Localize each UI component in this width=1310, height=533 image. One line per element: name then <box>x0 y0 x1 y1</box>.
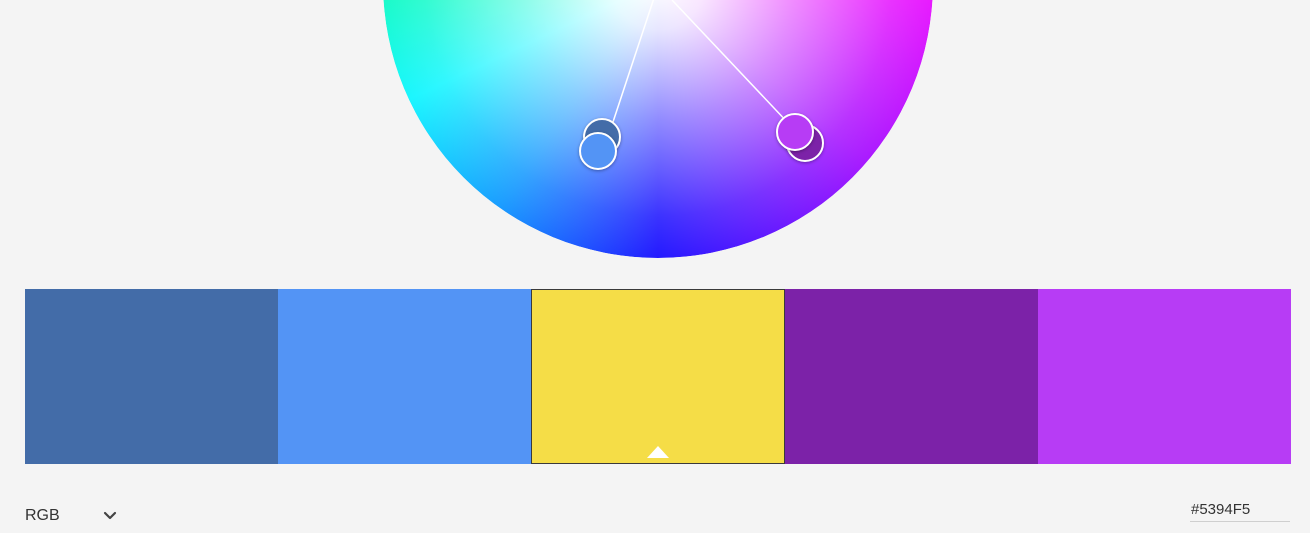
color-wheel[interactable] <box>383 0 933 258</box>
hex-value-input[interactable] <box>1190 497 1290 522</box>
color-swatch-3-selected[interactable] <box>530 289 786 464</box>
color-swatch-5[interactable] <box>1038 289 1291 464</box>
chevron-down-icon <box>103 509 117 523</box>
color-swatch-4[interactable] <box>785 289 1039 464</box>
color-swatches <box>25 289 1291 464</box>
wheel-handle-light-purple[interactable] <box>776 113 814 151</box>
color-mode-label: RGB <box>25 507 60 524</box>
wheel-handle-light-blue[interactable] <box>579 132 617 170</box>
selected-caret-icon <box>646 446 669 458</box>
color-swatch-1[interactable] <box>25 289 278 464</box>
color-wheel-editor: RGB <box>0 0 1310 533</box>
color-swatch-2[interactable] <box>277 289 531 464</box>
color-mode-dropdown[interactable]: RGB <box>25 503 117 529</box>
color-wheel-saturation-overlay <box>383 0 933 258</box>
